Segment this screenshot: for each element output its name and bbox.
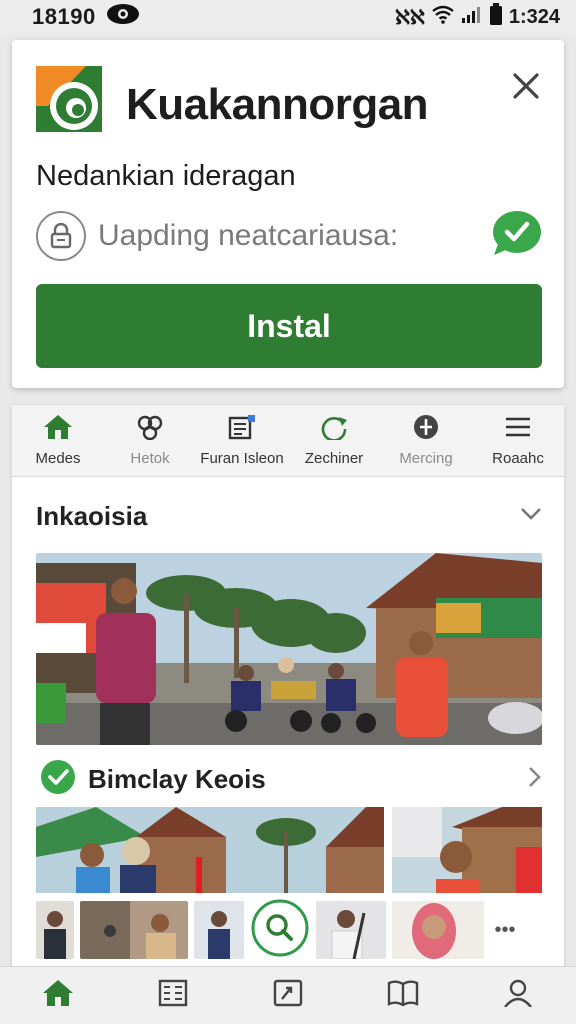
refresh-icon — [319, 414, 349, 444]
tab-furan-isleon[interactable]: Furan Isleon — [196, 405, 288, 476]
check-circle-icon — [40, 759, 76, 800]
signal-icon — [461, 5, 483, 29]
thumbnail-strip: ••• — [36, 899, 542, 962]
close-button[interactable] — [504, 66, 548, 110]
app-name: Kuakannorgan — [126, 80, 429, 129]
status-time-right: 1:324 — [508, 5, 560, 28]
row-header-left: Bimclay Keois — [40, 759, 266, 800]
search-icon — [250, 899, 310, 962]
strip-thumbnail[interactable] — [316, 901, 386, 959]
tab-medes[interactable]: Medes — [12, 405, 104, 476]
security-text: Uapding neatcariausa: — [98, 219, 399, 252]
main-content: Medes Hetok Furan Isleon Zechiner Mercin… — [12, 405, 564, 975]
nav-profile[interactable] — [488, 971, 548, 1021]
row-header[interactable]: Bimclay Keois — [40, 759, 542, 800]
tab-label: Medes — [35, 450, 81, 467]
gallery-thumbnail[interactable] — [392, 807, 542, 893]
banner-subtitle: Nedankian ideragan — [36, 160, 296, 192]
status-bar-right: ℵℵ 1:324 — [395, 3, 560, 31]
notification-icon — [106, 3, 140, 31]
tab-hetok[interactable]: Hetok — [104, 405, 196, 476]
status-bar-left: 18190 — [32, 3, 140, 31]
strip-thumbnail[interactable] — [36, 901, 74, 959]
chevron-down-icon[interactable] — [520, 507, 542, 526]
section-header[interactable]: Inkaoisia — [36, 501, 542, 532]
bottom-navigation — [0, 966, 576, 1024]
gallery-thumbnail[interactable] — [36, 807, 384, 893]
tab-label: Zechiner — [304, 450, 364, 467]
book-icon — [387, 979, 419, 1012]
hero-image[interactable] — [36, 553, 542, 745]
row-title: Bimclay Keois — [88, 764, 266, 794]
nav-share[interactable] — [258, 971, 318, 1021]
strip-thumbnail[interactable] — [392, 901, 484, 959]
person-icon — [502, 979, 534, 1012]
nav-home[interactable] — [28, 971, 88, 1021]
lock-icon — [36, 211, 86, 261]
more-button[interactable]: ••• — [490, 919, 520, 942]
install-button[interactable]: Instal — [36, 284, 542, 368]
status-time-left: 18190 — [32, 4, 96, 29]
compass-icon — [411, 414, 441, 444]
tab-label: Hetok — [130, 450, 170, 467]
battery-icon — [489, 3, 503, 31]
section-title: Inkaoisia — [36, 501, 148, 531]
whatsapp-check-icon[interactable] — [492, 210, 542, 256]
group-icon — [135, 414, 165, 444]
security-row: Uapding neatcariausa: — [36, 208, 542, 264]
category-tabs: Medes Hetok Furan Isleon Zechiner Mercin… — [12, 405, 564, 477]
search-button[interactable] — [250, 899, 310, 962]
tab-mercing[interactable]: Mercing — [380, 405, 472, 476]
news-icon — [227, 414, 257, 444]
menu-icon — [503, 414, 533, 444]
carrier-icon: ℵℵ — [395, 6, 425, 29]
home-icon — [42, 979, 74, 1012]
tab-label: Mercing — [399, 450, 453, 467]
install-banner: Kuakannorgan Nedankian ideragan Uapding … — [12, 40, 564, 388]
list-icon — [157, 979, 189, 1012]
tab-label: Furan Isleon — [200, 450, 284, 467]
nav-book[interactable] — [373, 971, 433, 1021]
home-icon — [43, 414, 73, 444]
tab-zechiner[interactable]: Zechiner — [288, 405, 380, 476]
strip-thumbnail[interactable] — [80, 901, 188, 959]
tab-roaahc[interactable]: Roaahc — [472, 405, 564, 476]
wifi-icon — [431, 4, 455, 30]
close-icon — [512, 72, 540, 105]
app-logo-icon — [36, 66, 106, 136]
tab-label: Roaahc — [492, 450, 544, 467]
share-box-icon — [272, 979, 304, 1012]
status-bar: 18190 ℵℵ 1:324 — [0, 0, 576, 34]
nav-list[interactable] — [143, 971, 203, 1021]
strip-thumbnail[interactable] — [194, 901, 244, 959]
chevron-right-icon[interactable] — [528, 766, 542, 793]
